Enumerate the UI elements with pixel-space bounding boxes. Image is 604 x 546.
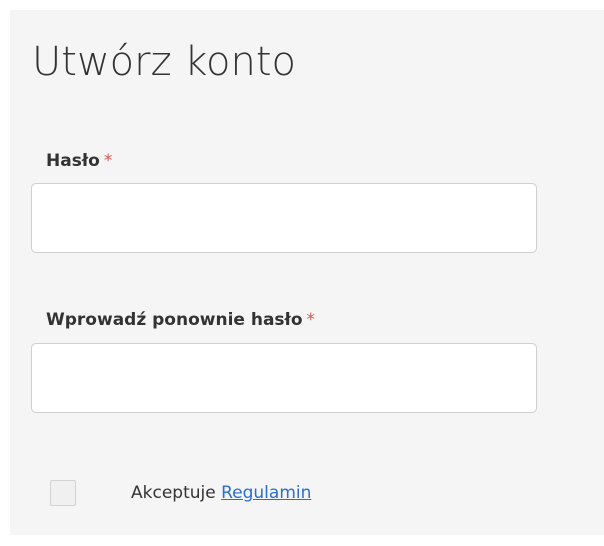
- terms-prefix: Akceptuje: [131, 483, 216, 503]
- confirm-password-input[interactable]: [31, 343, 537, 413]
- terms-checkbox[interactable]: [50, 480, 76, 506]
- password-label-text: Hasło: [46, 151, 100, 171]
- required-marker: *: [306, 310, 316, 330]
- password-input[interactable]: [31, 183, 537, 253]
- signup-form-panel: Utwórz konto Hasło * Wprowadź ponownie ha…: [10, 10, 604, 535]
- terms-text: Akceptuje Regulamin: [131, 480, 311, 506]
- terms-link[interactable]: Regulamin: [221, 483, 311, 503]
- form-title: Utwórz konto: [32, 39, 297, 85]
- password-label: Hasło *: [46, 149, 112, 173]
- required-marker: *: [103, 151, 113, 171]
- confirm-password-label: Wprowadź ponownie hasło *: [46, 308, 315, 332]
- confirm-password-label-text: Wprowadź ponownie hasło: [46, 310, 303, 330]
